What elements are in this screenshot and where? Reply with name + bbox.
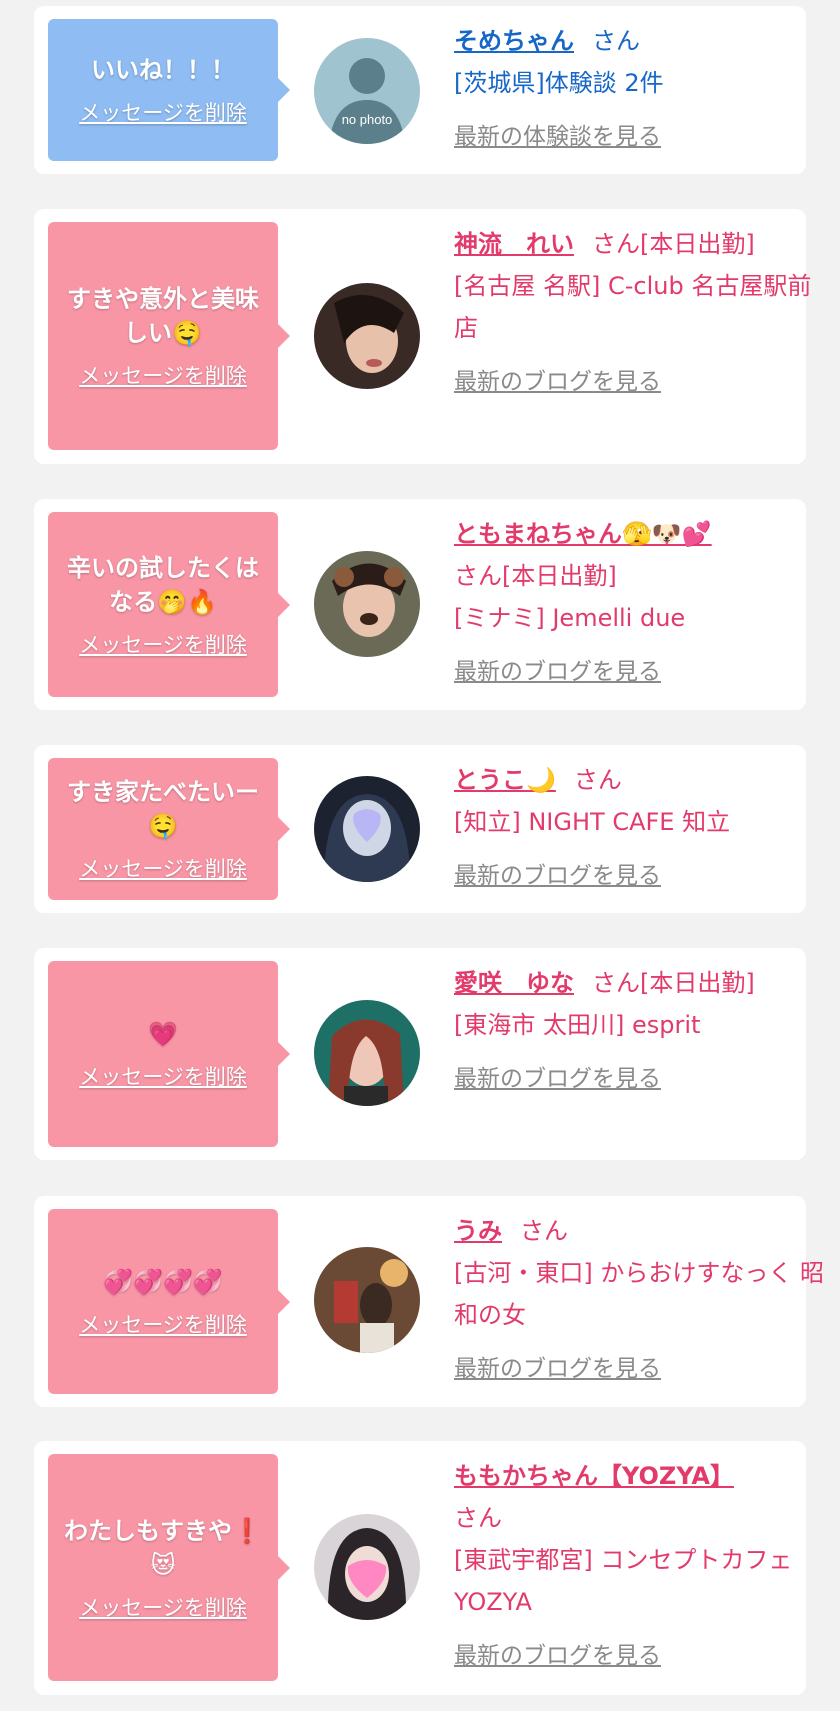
card-info: そめちゃん さん [茨城県]体験談 2件 最新の体験談を見る: [454, 20, 834, 158]
delete-message-button[interactable]: メッセージを削除: [79, 1592, 247, 1622]
name-suffix: さん: [573, 766, 622, 794]
avatar[interactable]: [314, 776, 420, 882]
delete-message-button[interactable]: メッセージを削除: [79, 1061, 247, 1091]
view-latest-link[interactable]: 最新の体験談を見る: [454, 116, 834, 158]
user-name-link[interactable]: そめちゃん: [454, 27, 574, 55]
card-info: ももかちゃん【YOZYA】 さん [東武宇都宮] コンセプトカフェYOZYA 最…: [454, 1455, 834, 1677]
delete-message-button[interactable]: メッセージを削除: [79, 1309, 247, 1339]
delete-message-button[interactable]: メッセージを削除: [79, 629, 247, 659]
message-text: 💗: [148, 1020, 178, 1048]
avatar[interactable]: [314, 1000, 420, 1106]
location-text: [古河・東口] からおけすなっく 昭和の女: [454, 1259, 824, 1329]
card-info: とうこ🌙 さん [知立] NIGHT CAFE 知立 最新のブログを見る: [454, 759, 834, 897]
location-text: [東武宇都宮] コンセプトカフェYOZYA: [454, 1546, 793, 1616]
name-suffix: さん[本日出勤]: [454, 562, 617, 590]
message-card: 💞💞💞💞 メッセージを削除 うみ さん [古河・東口] からおけすなっく 昭和の女…: [34, 1196, 824, 1407]
message-bubble: すきや意外と美味しい🤤 メッセージを削除: [48, 222, 290, 450]
delete-message-button[interactable]: メッセージを削除: [79, 853, 247, 883]
message-text: すきや意外と美味しい🤤: [67, 285, 259, 347]
user-name-link[interactable]: ともまねちゃん🫣🐶💕: [454, 520, 712, 548]
user-name-link[interactable]: うみ: [454, 1217, 502, 1245]
message-bubble: 💗 メッセージを削除: [48, 961, 290, 1147]
avatar[interactable]: no photo: [314, 38, 420, 144]
location-text: [名古屋 名駅] C-club 名古屋駅前店: [454, 272, 812, 342]
message-text: わたしもすきや❗️😻: [64, 1516, 262, 1579]
avatar[interactable]: [314, 283, 420, 389]
avatar[interactable]: [314, 1514, 420, 1620]
name-suffix: さん: [454, 1504, 502, 1532]
location-text: [東海市 太田川] esprit: [454, 1011, 701, 1039]
view-latest-link[interactable]: 最新のブログを見る: [454, 361, 834, 403]
user-name-link[interactable]: 愛咲 ゆな: [454, 969, 574, 997]
message-card: すきや意外と美味しい🤤 メッセージを削除 神流 れい さん[本日出勤] [名古屋 …: [34, 209, 811, 464]
user-name-link[interactable]: とうこ🌙: [454, 766, 556, 794]
message-bubble: 辛いの試したくはなる🤭🔥 メッセージを削除: [48, 512, 290, 697]
card-info: ともまねちゃん🫣🐶💕 さん[本日出勤] [ミナミ] Jemelli due 最新…: [454, 513, 834, 693]
name-suffix: さん[本日出勤]: [592, 969, 755, 997]
message-card: わたしもすきや❗️😻 メッセージを削除 ももかちゃん【YOZYA】 さん [東武…: [34, 1441, 806, 1695]
user-name-link[interactable]: 神流 れい: [454, 230, 574, 258]
avatar[interactable]: [314, 1247, 420, 1353]
message-card: 辛いの試したくはなる🤭🔥 メッセージを削除 ともまねちゃん🫣🐶💕 さん[本日出勤…: [34, 499, 806, 710]
message-bubble: いいね！！！ メッセージを削除: [48, 19, 290, 161]
view-latest-link[interactable]: 最新のブログを見る: [454, 1348, 834, 1390]
message-text: いいね！！！: [91, 56, 235, 84]
delete-message-button[interactable]: メッセージを削除: [79, 360, 247, 390]
name-suffix: さん: [592, 27, 640, 55]
user-name-link[interactable]: ももかちゃん【YOZYA】: [454, 1462, 734, 1490]
card-info: 愛咲 ゆな さん[本日出勤] [東海市 太田川] esprit 最新のブログを見る: [454, 962, 834, 1100]
view-latest-link[interactable]: 最新のブログを見る: [454, 855, 834, 897]
card-info: うみ さん [古河・東口] からおけすなっく 昭和の女 最新のブログを見る: [454, 1210, 834, 1390]
view-latest-link[interactable]: 最新のブログを見る: [454, 1635, 834, 1677]
card-info: 神流 れい さん[本日出勤] [名古屋 名駅] C-club 名古屋駅前店 最新の…: [454, 223, 834, 403]
message-card: 💗 メッセージを削除 愛咲 ゆな さん[本日出勤] [東海市 太田川] espri…: [34, 948, 806, 1160]
message-card: すき家たべたいー🤤 メッセージを削除 とうこ🌙 さん [知立] NIGHT CAF…: [34, 745, 806, 913]
view-latest-link[interactable]: 最新のブログを見る: [454, 651, 834, 693]
view-latest-link[interactable]: 最新のブログを見る: [454, 1058, 834, 1100]
message-bubble: 💞💞💞💞 メッセージを削除: [48, 1209, 290, 1394]
no-photo-label: no photo: [342, 112, 393, 127]
message-text: 💞💞💞💞: [103, 1267, 223, 1296]
message-text: すき家たべたいー🤤: [67, 778, 259, 840]
location-text: [知立] NIGHT CAFE 知立: [454, 808, 731, 836]
delete-message-button[interactable]: メッセージを削除: [79, 97, 247, 127]
location-text: [ミナミ] Jemelli due: [454, 604, 686, 632]
message-text: 辛いの試したくはなる🤭🔥: [67, 553, 259, 616]
avatar[interactable]: [314, 551, 420, 657]
name-suffix: さん[本日出勤]: [592, 230, 755, 258]
name-suffix: さん: [520, 1217, 568, 1245]
message-card: いいね！！！ メッセージを削除 no photo そめちゃん さん [茨城県]体験…: [34, 6, 806, 174]
message-bubble: わたしもすきや❗️😻 メッセージを削除: [48, 1454, 290, 1681]
location-text: [茨城県]体験談 2件: [454, 69, 664, 97]
message-bubble: すき家たべたいー🤤 メッセージを削除: [48, 758, 290, 900]
